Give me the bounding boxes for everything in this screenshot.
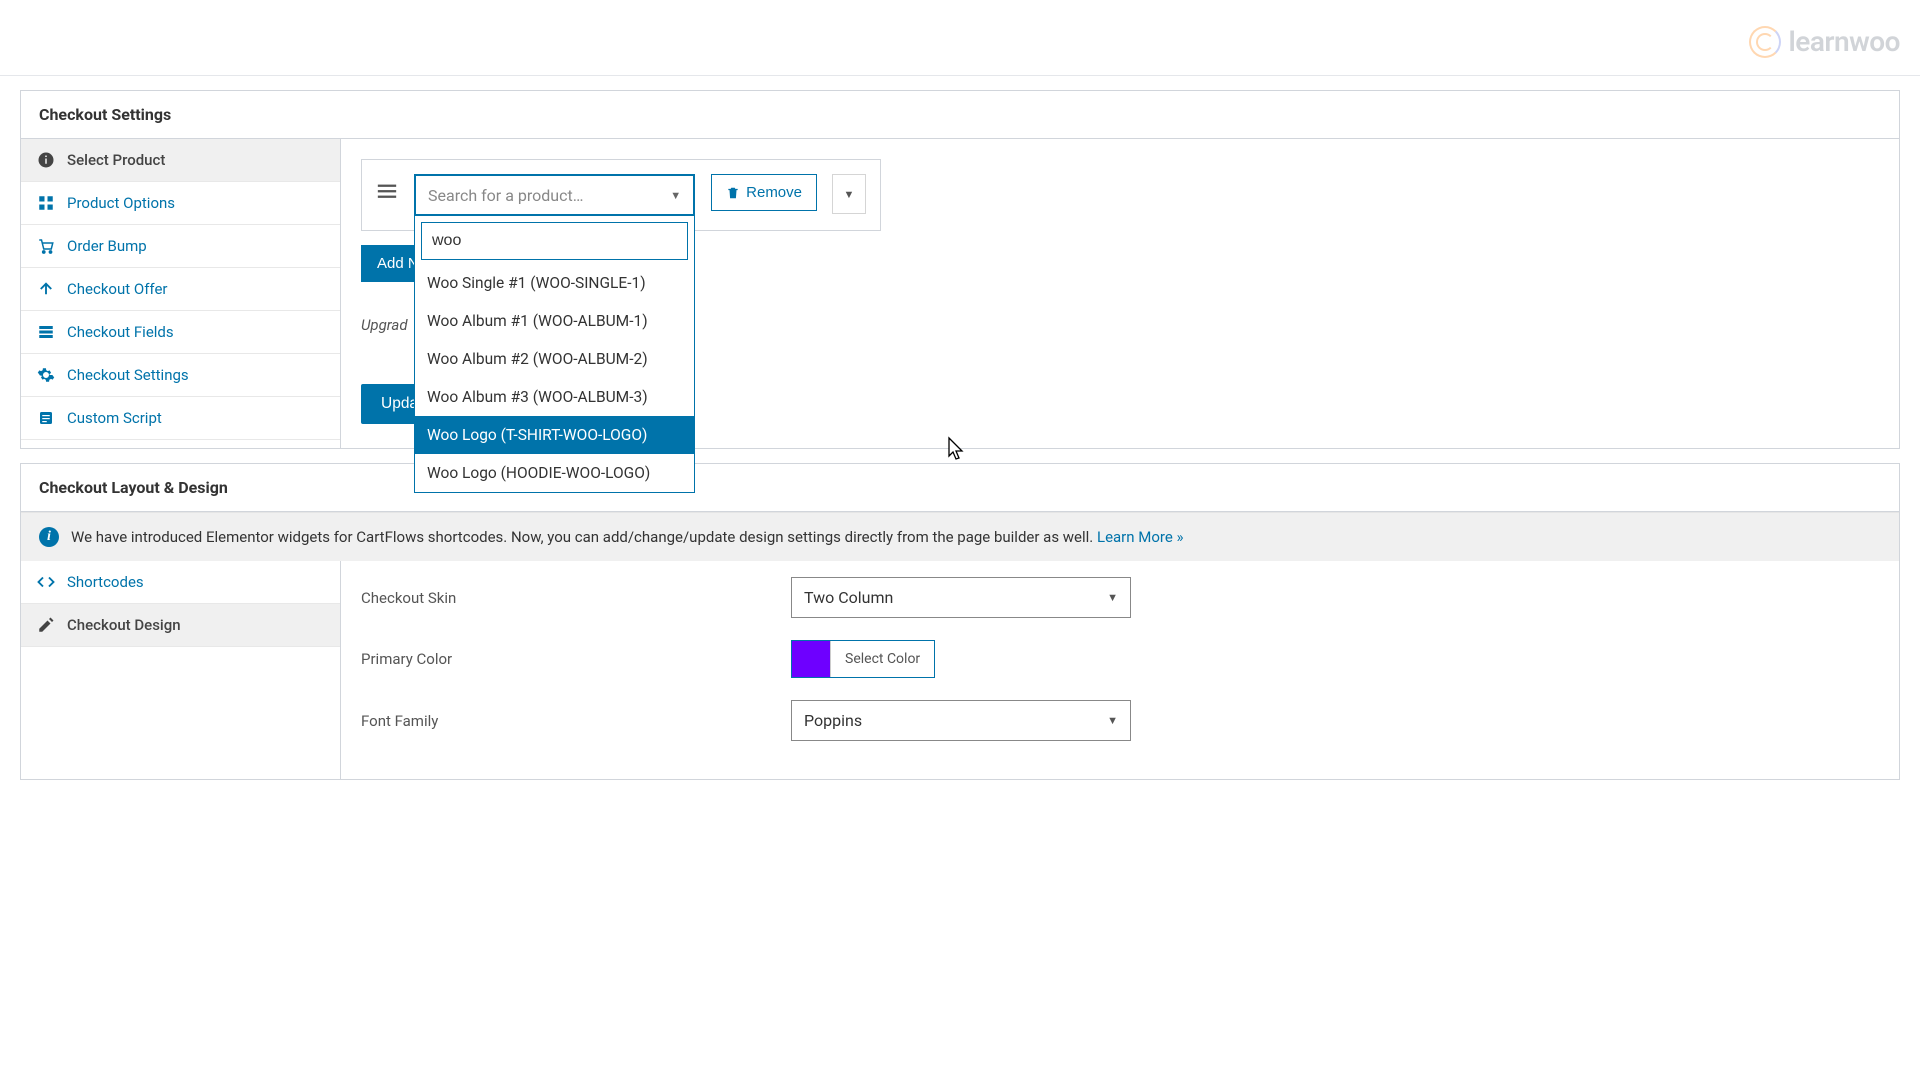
fields-icon	[37, 323, 55, 341]
product-row: Search for a product… ▼ Woo Single #1 (W…	[361, 159, 881, 231]
drag-handle-icon[interactable]	[376, 174, 398, 204]
gear-icon	[37, 366, 55, 384]
checkout-skin-value: Two Column	[804, 588, 893, 607]
sidebar-item-label: Order Bump	[67, 237, 147, 255]
remove-dropdown-toggle[interactable]: ▼	[832, 174, 866, 214]
sidebar-item-label: Custom Script	[67, 409, 162, 427]
cart-icon	[37, 237, 55, 255]
remove-button[interactable]: Remove	[711, 174, 817, 211]
mouse-cursor-icon	[945, 436, 967, 466]
remove-button-label: Remove	[746, 184, 802, 201]
panel2-title: Checkout Layout & Design	[21, 464, 1899, 512]
sidebar-item-label: Checkout Settings	[67, 366, 189, 384]
product-select[interactable]: Search for a product… ▼	[414, 174, 695, 216]
product-search-input[interactable]	[421, 222, 688, 260]
primary-color-label: Primary Color	[361, 650, 791, 668]
font-family-value: Poppins	[804, 711, 862, 730]
color-picker[interactable]: Select Color	[791, 640, 935, 678]
sidebar-item-shortcodes[interactable]: Shortcodes	[21, 561, 340, 604]
font-family-select[interactable]: Poppins ▼	[791, 700, 1131, 741]
sidebar-item-checkout-design[interactable]: Checkout Design	[21, 604, 340, 647]
chevron-down-icon: ▼	[670, 189, 681, 202]
product-option[interactable]: Woo Logo (T-SHIRT-WOO-LOGO)	[415, 416, 694, 454]
info-bar: i We have introduced Elementor widgets f…	[21, 512, 1899, 561]
sidebar-item-label: Checkout Fields	[67, 323, 174, 341]
settings-sidebar: Select Product Product Options Order Bum…	[21, 139, 341, 448]
script-icon	[37, 409, 55, 427]
font-family-label: Font Family	[361, 712, 791, 730]
design-sidebar: Shortcodes Checkout Design	[21, 561, 341, 779]
info-icon	[37, 151, 55, 169]
product-option[interactable]: Woo Album #1 (WOO-ALBUM-1)	[415, 302, 694, 340]
upload-icon	[37, 280, 55, 298]
checkout-skin-select[interactable]: Two Column ▼	[791, 577, 1131, 618]
watermark-logo: learnwoo	[1749, 25, 1900, 58]
watermark-circle-icon	[1749, 26, 1781, 58]
pencil-icon	[37, 616, 55, 634]
product-dropdown: Woo Single #1 (WOO-SINGLE-1)Woo Album #1…	[414, 216, 695, 493]
sidebar-item-order-bump[interactable]: Order Bump	[21, 225, 340, 268]
grid-icon	[37, 194, 55, 212]
product-option[interactable]: Woo Album #3 (WOO-ALBUM-3)	[415, 378, 694, 416]
sidebar-item-select-product[interactable]: Select Product	[21, 139, 340, 182]
product-option[interactable]: Woo Album #2 (WOO-ALBUM-2)	[415, 340, 694, 378]
sidebar-item-custom-script[interactable]: Custom Script	[21, 397, 340, 440]
select-color-button[interactable]: Select Color	[830, 641, 934, 677]
sidebar-item-checkout-settings[interactable]: Checkout Settings	[21, 354, 340, 397]
sidebar-item-label: Shortcodes	[67, 573, 144, 591]
sidebar-item-checkout-offer[interactable]: Checkout Offer	[21, 268, 340, 311]
design-content: Checkout Skin Two Column ▼ Primary Color…	[341, 561, 1899, 779]
info-bar-text: We have introduced Elementor widgets for…	[71, 528, 1184, 546]
code-icon	[37, 573, 55, 591]
settings-content: Search for a product… ▼ Woo Single #1 (W…	[341, 139, 1899, 448]
sidebar-item-label: Select Product	[67, 151, 165, 169]
panel-title: Checkout Settings	[21, 91, 1899, 139]
chevron-down-icon: ▼	[844, 188, 855, 201]
trash-icon	[726, 186, 740, 200]
chevron-down-icon: ▼	[1107, 591, 1118, 604]
info-icon: i	[39, 527, 59, 547]
product-option[interactable]: Woo Single #1 (WOO-SINGLE-1)	[415, 264, 694, 302]
chevron-down-icon: ▼	[1107, 714, 1118, 727]
product-select-placeholder: Search for a product…	[428, 186, 583, 205]
learn-more-link[interactable]: Learn More »	[1097, 528, 1184, 546]
layout-design-panel: Checkout Layout & Design i We have intro…	[20, 463, 1900, 780]
product-option[interactable]: Woo Logo (HOODIE-WOO-LOGO)	[415, 454, 694, 492]
sidebar-item-checkout-fields[interactable]: Checkout Fields	[21, 311, 340, 354]
sidebar-item-label: Checkout Design	[67, 616, 181, 634]
checkout-skin-label: Checkout Skin	[361, 589, 791, 607]
sidebar-item-label: Checkout Offer	[67, 280, 168, 298]
top-divider	[0, 75, 1920, 76]
sidebar-item-product-options[interactable]: Product Options	[21, 182, 340, 225]
product-results-list[interactable]: Woo Single #1 (WOO-SINGLE-1)Woo Album #1…	[415, 264, 694, 492]
sidebar-item-label: Product Options	[67, 194, 175, 212]
checkout-settings-panel: Checkout Settings Select Product Product…	[20, 90, 1900, 449]
color-swatch	[792, 641, 830, 677]
watermark-text: learnwoo	[1789, 25, 1900, 58]
